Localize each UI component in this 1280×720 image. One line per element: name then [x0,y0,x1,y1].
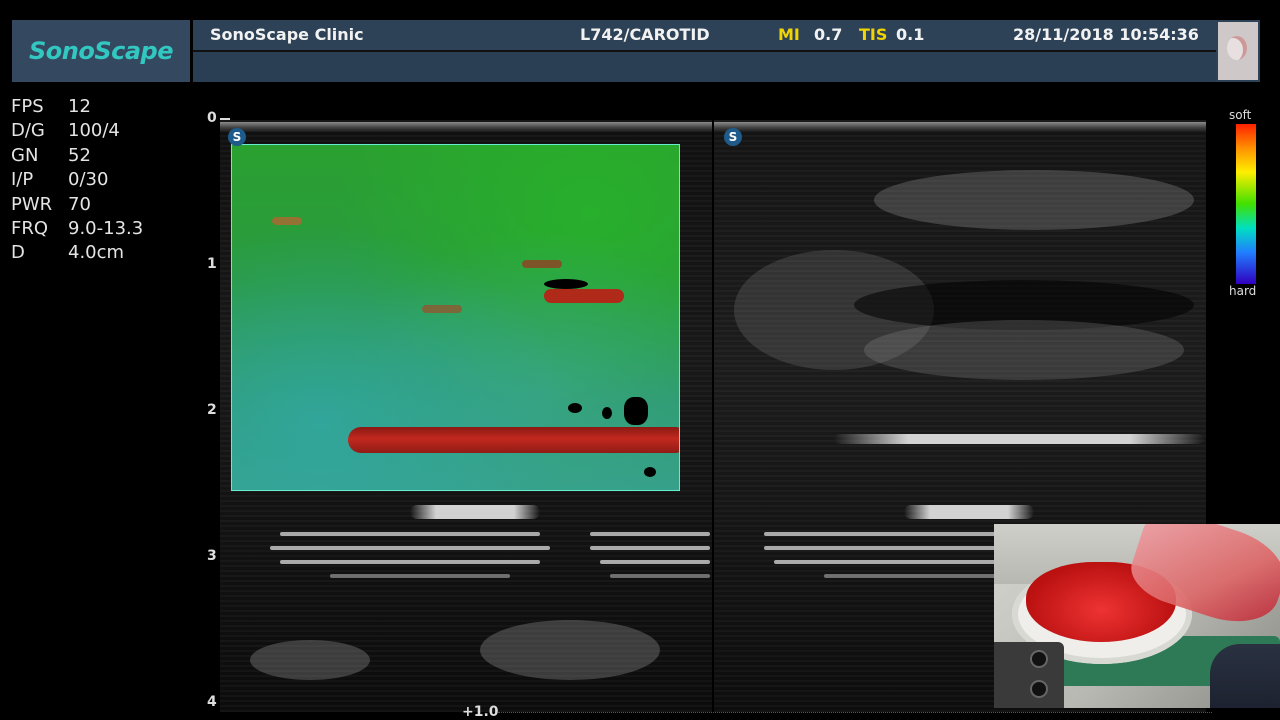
elastography-overlay[interactable] [231,144,680,491]
param-row: I/P 0/30 [11,169,143,193]
logo-area: SonoScape [12,20,193,82]
param-key: D/G [11,120,45,142]
param-key: GN [11,144,39,166]
colorbar-bottom-label: hard [1229,284,1257,298]
mi-value: 0.7 [814,25,843,44]
stiff-region [544,289,624,303]
reverberation-line [590,546,710,550]
param-value: 52 [68,144,91,166]
param-row: FRQ 9.0-13.3 [11,218,143,242]
reverberation-line [330,574,510,578]
skin-surface-echo [220,122,712,132]
param-row: GN 52 [11,145,143,169]
stiff-region [522,260,562,268]
tis-label: TIS [859,25,888,44]
colorbar-top-label: soft [1229,108,1252,122]
stiff-region [422,305,462,313]
depth-label: 1 [207,256,217,272]
reverberation-line [270,546,550,550]
param-row: FPS 12 [11,96,143,120]
reverberation-band [410,505,540,519]
param-value: 4.0cm [68,242,125,264]
param-key: FPS [11,96,44,117]
param-row: D 4.0cm [11,242,143,266]
imaging-parameters: FPS 12 D/G 100/4 GN 52 I/P 0/30 PWR 70 FRQ 9.0… [11,96,143,267]
param-key: FRQ [11,217,49,239]
bottom-dotted-line [498,712,1212,714]
tissue-speckle [874,170,1194,230]
elasticity-colorbar [1236,124,1256,284]
needle-stiff-region [348,427,679,453]
header-secondary-row [193,52,1216,82]
param-key: D [11,242,25,264]
skin-surface-echo [714,122,1206,132]
reverberation-line [590,532,710,536]
depth-label: 3 [207,548,217,564]
needle-echo [834,434,1204,444]
depth-label: 4 [207,694,217,710]
bottom-indicator: +1.0 [462,704,499,720]
probe-thumbnail-icon [1218,22,1258,80]
no-signal-region [624,397,648,425]
depth-label: 0 [207,110,217,126]
reverberation-line [610,574,710,578]
camera-inset [994,524,1280,708]
probe-preset: L742/CAROTID [580,25,710,44]
no-signal-region [602,407,612,419]
no-signal-region [544,279,588,289]
tissue-speckle [864,320,1184,380]
knob-icon [1030,680,1048,698]
depth-label: 2 [207,402,217,418]
control-panel [994,642,1064,708]
param-row: PWR 70 [11,194,143,218]
param-value: 0/30 [68,169,109,191]
stiff-region [272,217,302,225]
reverberation-line [600,560,710,564]
param-value: 9.0-13.3 [68,217,144,239]
no-signal-region [644,467,656,477]
reverberation-line [280,532,540,536]
tissue-speckle [250,640,370,680]
tissue-speckle [480,620,660,680]
orientation-marker-icon: S [724,128,742,146]
param-value: 100/4 [68,120,120,142]
reverberation-line [824,574,1004,578]
no-signal-region [568,403,582,413]
clinic-name: SonoScape Clinic [210,25,364,44]
knob-icon [1030,650,1048,668]
tis-value: 0.1 [896,25,925,44]
header-bar: SonoScape SonoScape Clinic L742/CAROTID … [12,20,1260,82]
param-row: D/G 100/4 [11,120,143,144]
param-value: 12 [68,96,91,117]
orientation-marker-icon: S [228,128,246,146]
reverberation-line [280,560,540,564]
header-info-row: SonoScape Clinic L742/CAROTID MI 0.7 TIS… [193,20,1216,52]
param-key: PWR [11,193,53,215]
operator-arm [1210,644,1280,708]
param-value: 70 [68,193,91,215]
param-key: I/P [11,169,34,191]
reverberation-band [904,505,1034,519]
date-time: 28/11/2018 10:54:36 [1013,25,1199,44]
sonoscape-logo: SonoScape [28,37,174,65]
mi-label: MI [778,25,800,44]
